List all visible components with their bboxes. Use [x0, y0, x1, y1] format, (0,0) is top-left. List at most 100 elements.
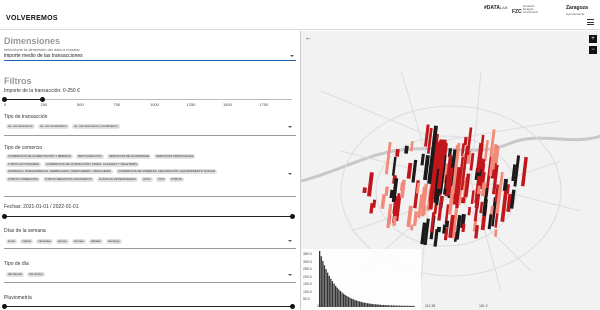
transaction-type-chip[interactable]: op. con bonificación: [38, 124, 69, 129]
commerce-type-chip[interactable]: TAXI: [156, 176, 167, 182]
weekday-chip[interactable]: miércoles: [36, 239, 53, 244]
map-column[interactable]: [506, 193, 513, 213]
map-column[interactable]: [411, 159, 418, 183]
commerce-type-chip[interactable]: CLÍNICAS VETERINARIAS: [97, 176, 138, 182]
map-column[interactable]: [509, 189, 516, 209]
map-column[interactable]: [384, 141, 392, 175]
weekday-chip[interactable]: viernes: [72, 239, 86, 244]
map-column[interactable]: [423, 154, 430, 181]
weekday-chip[interactable]: martes: [20, 239, 34, 244]
commerce-type-chip[interactable]: OTROS: [169, 176, 184, 182]
commerce-type-chip[interactable]: FARMACIA, PARAFARMACIA, HERBOLARIO, PERF…: [6, 169, 113, 174]
map-column[interactable]: [460, 197, 466, 204]
map-column[interactable]: [438, 196, 444, 211]
map-column[interactable]: [384, 186, 389, 196]
map-column[interactable]: [437, 208, 442, 221]
transaction-type-chip[interactable]: op. con descuento y bonificación: [72, 124, 120, 129]
chevron-down-icon[interactable]: [288, 173, 292, 175]
map-column[interactable]: [443, 227, 449, 241]
map-column[interactable]: [392, 215, 397, 226]
map-column[interactable]: [372, 199, 377, 208]
map-column[interactable]: [415, 182, 421, 194]
chevron-down-icon[interactable]: [290, 55, 294, 57]
map-column[interactable]: [433, 228, 439, 247]
map-column[interactable]: [494, 147, 500, 164]
chevron-down-icon[interactable]: [288, 126, 292, 128]
map-column[interactable]: [389, 189, 394, 199]
map-column[interactable]: [444, 220, 450, 228]
daytype-select[interactable]: [4, 282, 296, 283]
city-map[interactable]: 350.0 300.0 250.0 200.0 150.0 100.0 50.0 31.61…: [300, 31, 600, 310]
daytype-chip[interactable]: día laboral: [6, 272, 25, 277]
commerce-type-chip[interactable]: OTROS COMERCIOS: [6, 176, 41, 182]
map-column[interactable]: [470, 190, 475, 205]
commerce-type-chip[interactable]: OTROS SERVICIOS SANITARIOS: [43, 176, 94, 182]
map-column[interactable]: [436, 183, 442, 190]
map-column[interactable]: [380, 194, 386, 209]
weekdays-select[interactable]: [4, 248, 296, 249]
map-column[interactable]: [420, 153, 425, 166]
weekday-chip[interactable]: domingo: [106, 239, 122, 244]
dates-slider-start-thumb[interactable]: [2, 214, 7, 219]
commerce-type-chip[interactable]: RESTAURACIÓN: [76, 154, 104, 159]
map-column[interactable]: [424, 124, 430, 147]
map-column[interactable]: [483, 139, 489, 162]
chevron-down-icon[interactable]: [288, 274, 292, 276]
rain-slider-max-thumb[interactable]: [290, 304, 295, 309]
weekday-chip[interactable]: lunes: [6, 239, 18, 244]
map-column[interactable]: [480, 182, 487, 197]
chevron-down-icon[interactable]: [288, 240, 292, 242]
map-column[interactable]: [442, 188, 447, 195]
map-column[interactable]: [455, 214, 462, 240]
map-column[interactable]: [465, 173, 471, 189]
map-column[interactable]: [463, 136, 468, 146]
map-column[interactable]: [494, 229, 498, 237]
map-column[interactable]: [487, 214, 493, 230]
commerce-type-chip[interactable]: SERVICIOS PERSONALES: [154, 154, 196, 159]
map-column[interactable]: [513, 155, 521, 187]
transaction-type-select[interactable]: [4, 135, 296, 136]
map-column[interactable]: [400, 179, 406, 199]
map-column[interactable]: [369, 202, 374, 214]
map-column[interactable]: [474, 225, 479, 239]
map-column[interactable]: [423, 218, 430, 246]
commerce-type-chip[interactable]: COMERCIOS DE CONFECCIÓN, MODA, CALZADO Y…: [44, 161, 140, 167]
rain-slider-min-thumb[interactable]: [2, 304, 7, 309]
dimension-select[interactable]: [4, 60, 296, 61]
map-column[interactable]: [406, 205, 413, 228]
map-column[interactable]: [476, 185, 481, 195]
map-column[interactable]: [461, 223, 466, 233]
daytype-chip[interactable]: día festivo: [27, 272, 45, 277]
commerce-type-chip[interactable]: SERVICIOS DE HOSPEDAJE: [107, 154, 152, 159]
dimension-select-value[interactable]: importe medio de las transacciones: [4, 53, 83, 59]
map-column[interactable]: [467, 206, 472, 216]
map-column[interactable]: [404, 145, 409, 154]
map-column[interactable]: [391, 156, 397, 176]
map-column[interactable]: [520, 156, 528, 187]
map-column[interactable]: [409, 140, 414, 152]
map-column[interactable]: [479, 201, 484, 214]
transaction-type-chip[interactable]: op. con descuento: [6, 124, 35, 129]
commerce-type-chip[interactable]: OTRAS ACTIVIDADES: [6, 161, 42, 167]
map-column[interactable]: [410, 224, 414, 231]
weekday-chip[interactable]: sábado: [89, 239, 103, 244]
zoom-in-button[interactable]: +: [589, 35, 597, 43]
map-column[interactable]: [397, 193, 401, 199]
commerce-type-chip[interactable]: COMERCIOS DE ALIMENTACIÓN Y BEBIDAS: [6, 154, 74, 159]
commerce-type-select[interactable]: [4, 196, 296, 197]
map-column[interactable]: [395, 148, 400, 157]
weekday-chip[interactable]: jueves: [56, 239, 69, 244]
zoom-out-button[interactable]: −: [589, 46, 597, 54]
map-column[interactable]: [500, 190, 508, 222]
map-column[interactable]: [362, 187, 367, 194]
map-canvas[interactable]: [301, 31, 600, 310]
map-column[interactable]: [442, 224, 447, 234]
commerce-type-chip[interactable]: OCIO: [141, 176, 153, 182]
map-column[interactable]: [412, 211, 419, 226]
map-column[interactable]: [392, 201, 397, 214]
hamburger-menu-icon[interactable]: [587, 19, 594, 27]
map-column[interactable]: [406, 162, 413, 179]
map-column[interactable]: [502, 178, 509, 192]
commerce-type-chip[interactable]: COMERCIOS DE MUEBLES, DECORACIÓN, EQUIPA…: [116, 169, 217, 174]
dates-slider-end-thumb[interactable]: [290, 214, 295, 219]
